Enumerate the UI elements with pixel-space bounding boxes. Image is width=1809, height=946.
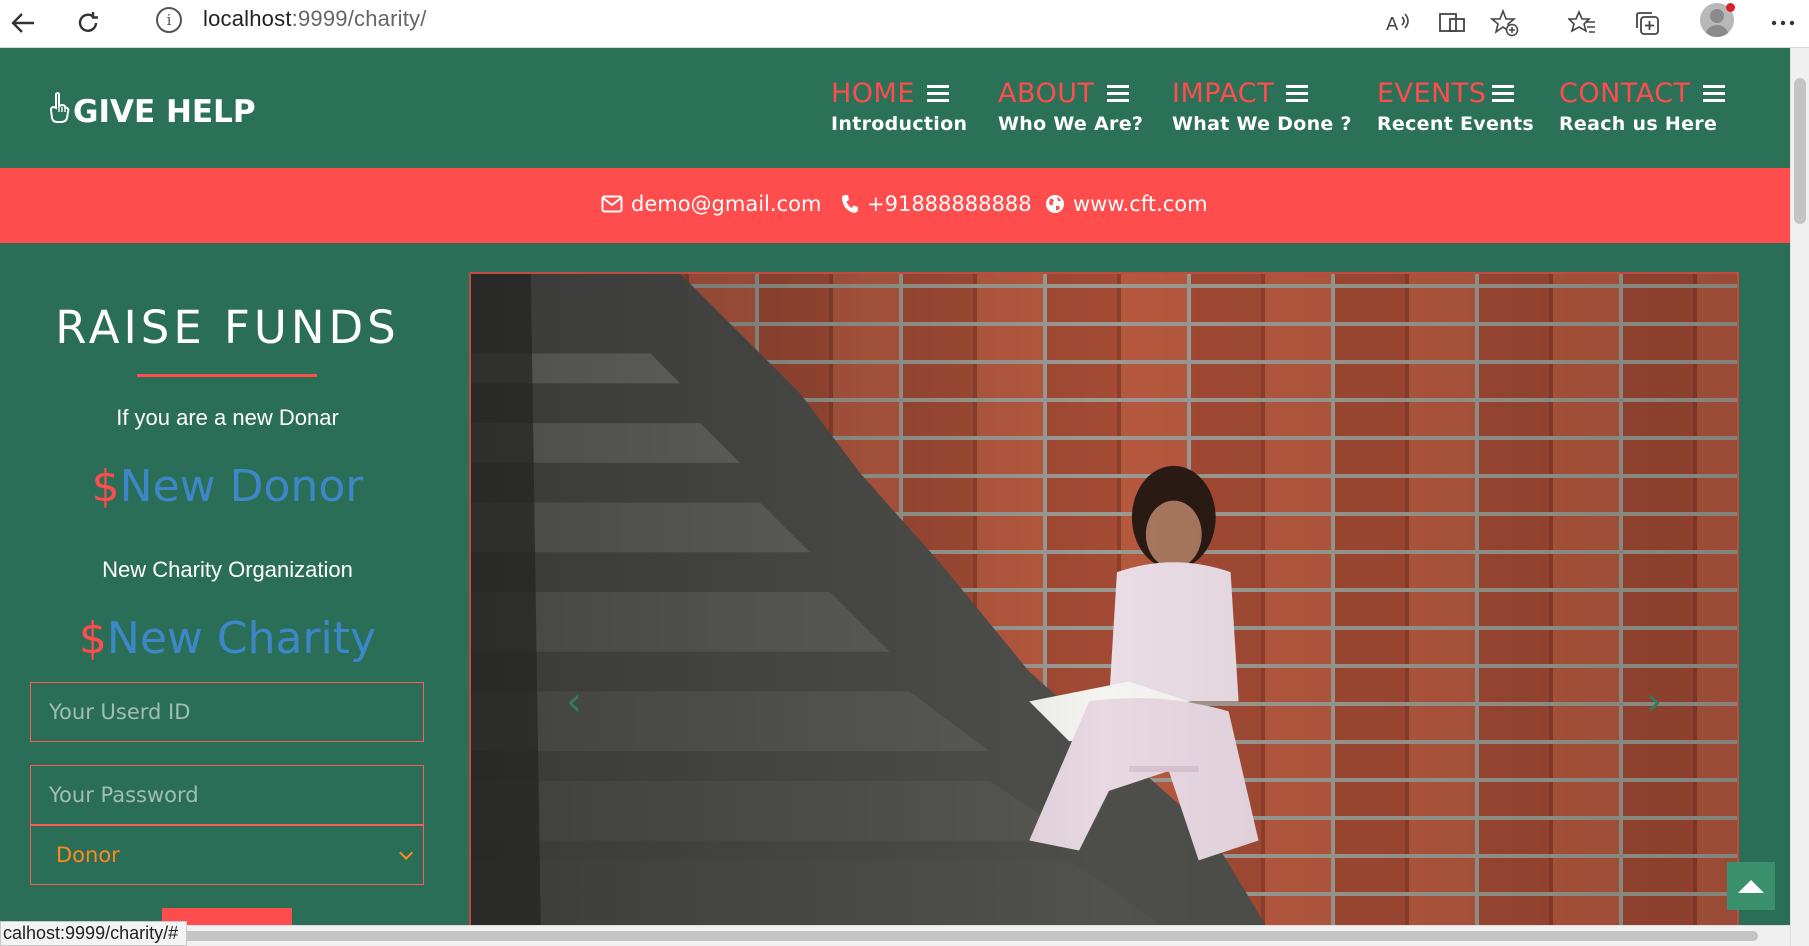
nav-contact-sub: Reach us Here <box>1559 113 1718 135</box>
new-donor-link[interactable]: $New Donor <box>0 461 455 512</box>
contact-phone[interactable]: +91888888888 <box>841 192 1032 216</box>
pointing-hand-icon <box>48 92 70 132</box>
nav-events-sub: Recent Events <box>1377 113 1534 135</box>
svg-text:A: A <box>1386 14 1399 35</box>
site-header: GIVE HELP HOME Introduction ABOUT Who We… <box>0 48 1790 168</box>
role-selected-value: Donor <box>56 843 120 867</box>
immersive-reader-icon[interactable] <box>1436 6 1470 40</box>
notification-dot <box>1726 3 1735 12</box>
site-info-icon[interactable]: i <box>156 7 182 33</box>
nav-about-label: ABOUT <box>998 78 1095 109</box>
new-donor-label: New Donor <box>119 461 364 512</box>
refresh-icon[interactable] <box>71 6 105 40</box>
raise-funds-title: RAISE FUNDS <box>55 301 400 354</box>
scroll-thumb[interactable] <box>18 931 1758 941</box>
add-favorite-icon[interactable] <box>1488 6 1522 40</box>
envelope-icon <box>601 195 623 213</box>
user-id-input[interactable] <box>30 682 424 742</box>
role-select[interactable]: Donor <box>30 825 424 885</box>
nav-home[interactable]: HOME Introduction <box>831 78 967 135</box>
scroll-thumb[interactable] <box>1794 78 1806 224</box>
phone-icon <box>841 194 859 214</box>
phone-text: +91888888888 <box>867 192 1032 216</box>
image-shade <box>471 274 1737 930</box>
site-logo[interactable]: GIVE HELP <box>48 92 256 132</box>
new-charity-link[interactable]: $New Charity <box>0 613 455 664</box>
nav-impact[interactable]: IMPACT What We Done ? <box>1172 78 1352 135</box>
more-menu-icon[interactable] <box>1766 6 1800 40</box>
back-arrow-icon[interactable] <box>6 6 40 40</box>
carousel-prev-icon[interactable]: ‹ <box>566 679 582 725</box>
nav-contact-label: CONTACT <box>1559 78 1691 109</box>
title-underline <box>137 374 317 377</box>
status-bar-url: calhost:9999/charity/# <box>0 921 188 946</box>
collections-icon[interactable] <box>1631 6 1665 40</box>
vertical-scrollbar[interactable] <box>1790 48 1809 946</box>
arrow-up-icon <box>1738 879 1764 893</box>
browser-toolbar: i localhost:9999/charity/ A <box>0 0 1809 48</box>
nav-impact-label: IMPACT <box>1172 78 1275 109</box>
menu-bars-icon <box>1106 85 1129 102</box>
nav-home-label: HOME <box>831 78 915 109</box>
contact-website[interactable]: www.cft.com <box>1045 192 1208 216</box>
menu-bars-icon <box>926 85 949 102</box>
nav-events[interactable]: EVENTS Recent Events <box>1377 78 1534 135</box>
new-charity-label: New Charity <box>106 613 377 664</box>
logo-text: GIVE HELP <box>73 94 256 130</box>
menu-bars-icon <box>1286 85 1309 102</box>
nav-home-sub: Introduction <box>831 113 968 135</box>
nav-impact-sub: What We Done ? <box>1172 113 1352 135</box>
email-text: demo@gmail.com <box>631 192 822 216</box>
favorites-icon[interactable] <box>1565 6 1599 40</box>
chevron-down-icon <box>399 845 414 860</box>
password-input[interactable] <box>30 765 424 825</box>
contact-email[interactable]: demo@gmail.com <box>601 192 821 216</box>
nav-about[interactable]: ABOUT Who We Are? <box>998 78 1143 135</box>
globe-icon <box>1045 194 1065 214</box>
hero-carousel: ‹ › <box>469 272 1739 932</box>
raise-funds-panel: RAISE FUNDS If you are a new Donar $New … <box>0 243 466 928</box>
nav-contact[interactable]: CONTACT Reach us Here <box>1559 78 1725 135</box>
address-url[interactable]: localhost:9999/charity/ <box>203 6 427 32</box>
charity-prompt: New Charity Organization <box>102 557 353 582</box>
website-text: www.cft.com <box>1073 192 1208 216</box>
menu-bars-icon <box>1492 85 1515 102</box>
nav-about-sub: Who We Are? <box>998 113 1144 135</box>
donor-prompt: If you are a new Donar <box>116 405 339 430</box>
dollar-symbol: $ <box>91 461 120 512</box>
horizontal-scrollbar[interactable] <box>0 925 1790 946</box>
nav-events-label: EVENTS <box>1377 78 1487 109</box>
dollar-symbol: $ <box>78 613 107 664</box>
back-to-top-button[interactable] <box>1727 862 1775 910</box>
read-aloud-icon[interactable]: A <box>1382 6 1416 40</box>
carousel-next-icon[interactable]: › <box>1646 679 1662 725</box>
menu-bars-icon <box>1702 85 1725 102</box>
contact-strip: demo@gmail.com +91888888888 www.cft.com <box>0 168 1790 243</box>
